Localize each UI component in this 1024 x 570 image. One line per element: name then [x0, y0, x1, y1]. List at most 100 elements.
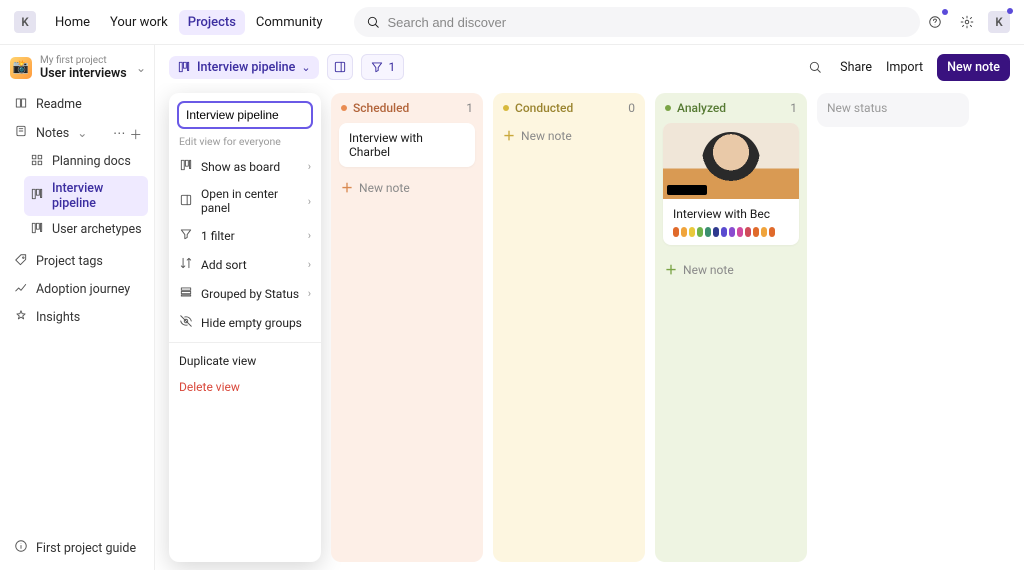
- group-icon: [179, 285, 193, 302]
- sidebar-item-adoption-journey[interactable]: Adoption journey: [8, 276, 148, 304]
- notes-children: Planning docs Interview pipeline User ar…: [8, 148, 148, 244]
- popover-item-filter[interactable]: 1 filter ›: [169, 221, 321, 250]
- board: Edit view for everyone Show as board › O…: [155, 83, 1024, 570]
- popover-item-add-sort[interactable]: Add sort ›: [169, 250, 321, 279]
- chevron-down-icon: ⌄: [136, 61, 146, 75]
- add-note-conducted[interactable]: ＋ New note: [501, 123, 637, 148]
- popover-item-grouped-by[interactable]: Grouped by Status ›: [169, 279, 321, 308]
- new-note-button[interactable]: New note: [937, 54, 1010, 81]
- panel-layout-button[interactable]: [327, 54, 353, 80]
- more-icon[interactable]: ⋯: [113, 125, 126, 141]
- filter-icon: [370, 60, 384, 74]
- popover-item-label: Show as board: [201, 160, 280, 174]
- nav-projects[interactable]: Projects: [179, 10, 245, 35]
- view-edit-popover: Edit view for everyone Show as board › O…: [169, 93, 321, 562]
- panel-icon: [333, 60, 347, 74]
- card-tags: [663, 227, 799, 245]
- view-name-input[interactable]: [177, 101, 313, 129]
- primary-nav: Home Your work Projects Community: [46, 10, 332, 35]
- filter-button[interactable]: 1: [361, 54, 405, 80]
- sidebar-item-readme[interactable]: Readme: [8, 91, 148, 119]
- column-title: Analyzed: [677, 101, 784, 115]
- popover-item-label: Hide empty groups: [201, 316, 302, 330]
- add-note-label: New note: [359, 181, 410, 195]
- chevron-down-icon: ⌄: [301, 61, 310, 74]
- add-note-analyzed[interactable]: ＋ New note: [655, 253, 807, 286]
- plus-icon: ＋: [665, 261, 677, 278]
- search-wrap: [348, 7, 914, 37]
- share-button[interactable]: Share: [840, 60, 872, 75]
- filter-icon: [179, 227, 193, 244]
- add-note-scheduled[interactable]: ＋ New note: [339, 175, 475, 200]
- sidebar-item-user-archetypes[interactable]: User archetypes: [24, 216, 148, 244]
- search-bar[interactable]: [354, 7, 920, 37]
- search-icon: [808, 60, 822, 74]
- sidebar-item-label: Planning docs: [52, 154, 131, 169]
- sidebar-item-planning-docs[interactable]: Planning docs: [24, 148, 148, 176]
- popover-item-label: Add sort: [201, 258, 247, 272]
- search-icon: [366, 15, 380, 29]
- sidebar-item-label: Readme: [36, 97, 82, 112]
- search-input[interactable]: [388, 15, 908, 30]
- sort-icon: [179, 256, 193, 273]
- popover-item-open-in[interactable]: Open in center panel ›: [169, 181, 321, 221]
- column-new-status[interactable]: New status: [817, 93, 969, 127]
- view-selector[interactable]: Interview pipeline ⌄: [169, 56, 319, 79]
- popover-item-label: Open in center panel: [201, 187, 300, 215]
- settings-button[interactable]: [956, 11, 978, 33]
- popover-item-show-as[interactable]: Show as board ›: [169, 152, 321, 181]
- user-avatar[interactable]: K: [988, 11, 1010, 33]
- sidebar-item-first-project-guide[interactable]: First project guide: [8, 534, 148, 562]
- chevron-right-icon: ›: [308, 195, 311, 208]
- info-icon: [14, 539, 28, 557]
- nav-your-work[interactable]: Your work: [101, 10, 177, 35]
- nav-community[interactable]: Community: [247, 10, 332, 35]
- main: Interview pipeline ⌄ 1 Share Import New …: [155, 45, 1024, 570]
- column-count: 1: [466, 101, 473, 115]
- sidebar-item-label: First project guide: [36, 541, 136, 556]
- popover-item-hide-empty[interactable]: Hide empty groups: [169, 308, 321, 337]
- sidebar-item-notes[interactable]: Notes ⌄ ⋯ ＋: [8, 119, 148, 148]
- column-analyzed: Analyzed 1 Interview with Bec ＋ New note: [655, 93, 807, 562]
- card-interview-bec[interactable]: Interview with Bec: [663, 123, 799, 245]
- add-icon[interactable]: ＋: [129, 124, 142, 143]
- card-title: Interview with Bec: [663, 199, 799, 227]
- status-dot: [503, 105, 509, 111]
- workspace-avatar[interactable]: K: [14, 11, 36, 33]
- import-button[interactable]: Import: [886, 60, 923, 75]
- plus-icon: ＋: [341, 179, 353, 196]
- chevron-right-icon: ›: [308, 160, 311, 173]
- card-interview-charbel[interactable]: Interview with Charbel: [339, 123, 475, 167]
- board-icon: [179, 158, 193, 175]
- popover-item-delete[interactable]: Delete view: [169, 374, 321, 400]
- card-thumbnail: [663, 123, 799, 199]
- column-count: 1: [790, 101, 797, 115]
- nav-home[interactable]: Home: [46, 10, 99, 35]
- sidebar-item-project-tags[interactable]: Project tags: [8, 248, 148, 276]
- column-count: 0: [628, 101, 635, 115]
- board-icon: [177, 60, 191, 74]
- help-button[interactable]: [924, 11, 946, 33]
- add-note-label: New note: [521, 129, 572, 143]
- sidebar-item-label: Interview pipeline: [52, 181, 142, 211]
- popover-item-label: Delete view: [179, 380, 240, 394]
- popover-item-label: Duplicate view: [179, 354, 256, 368]
- sidebar-item-label: Insights: [36, 310, 80, 325]
- popover-item-label: Grouped by Status: [201, 287, 299, 301]
- add-note-label: New note: [683, 263, 734, 277]
- project-subtitle: My first project: [40, 55, 128, 67]
- view-toolbar: Interview pipeline ⌄ 1 Share Import New …: [155, 51, 1024, 83]
- project-switcher[interactable]: 📸 My first project User interviews ⌄: [8, 53, 148, 87]
- view-name: Interview pipeline: [197, 60, 295, 75]
- chevron-right-icon: ›: [308, 229, 311, 242]
- help-icon: [928, 15, 942, 29]
- notes-icon: [14, 124, 28, 142]
- sidebar-item-insights[interactable]: Insights: [8, 304, 148, 332]
- readme-icon: [14, 96, 28, 114]
- sidebar-item-interview-pipeline[interactable]: Interview pipeline: [24, 176, 148, 216]
- tag-icon: [14, 253, 28, 271]
- search-in-view-button[interactable]: [804, 56, 826, 78]
- column-title: New status: [827, 101, 959, 115]
- filter-count: 1: [389, 60, 396, 74]
- popover-item-duplicate[interactable]: Duplicate view: [169, 348, 321, 374]
